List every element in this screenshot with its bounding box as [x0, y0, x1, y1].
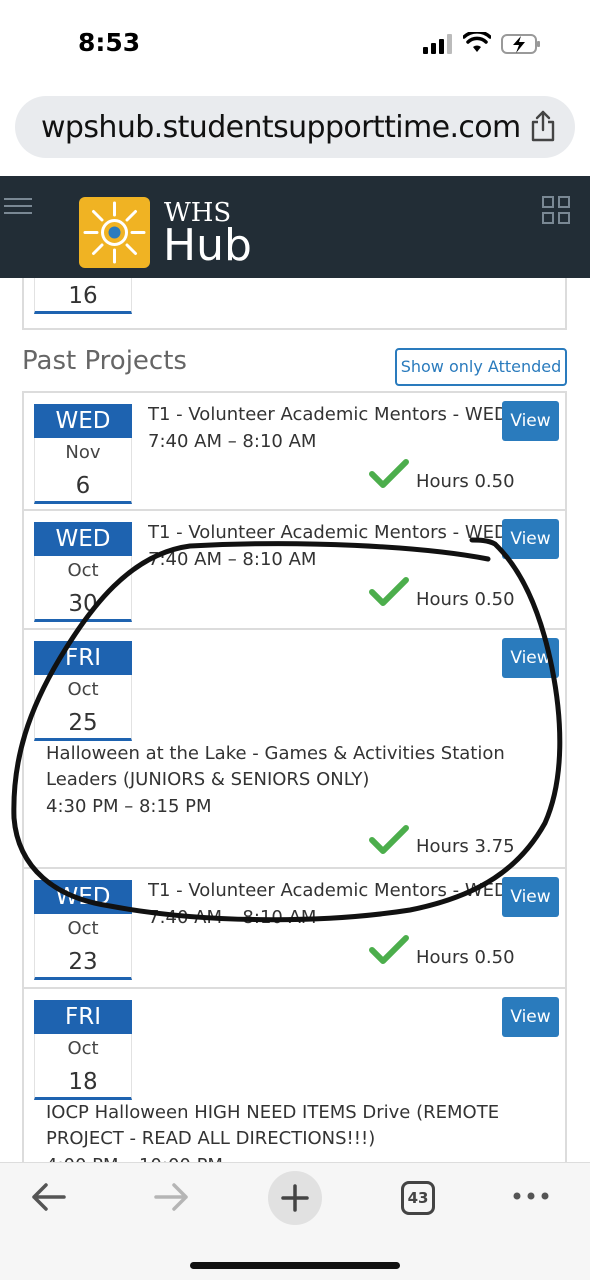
date-day: 6 [34, 468, 132, 504]
browser-toolbar: 43 [0, 1162, 590, 1280]
hours-value: Hours 0.50 [416, 589, 515, 610]
hamburger-menu-icon[interactable] [4, 196, 32, 216]
project-title[interactable]: IOCP Halloween HIGH NEED ITEMS Drive (RE… [46, 1100, 546, 1152]
date-badge: FRI Oct 25 [34, 641, 132, 741]
project-title[interactable]: T1 - Volunteer Academic Mentors - WEDS [148, 522, 504, 543]
project-card: FRI Oct 25 View Halloween at the Lake - … [22, 628, 567, 869]
project-card: WED Nov 6 T1 - Volunteer Academic Mentor… [22, 391, 567, 511]
date-weekday: FRI [34, 1000, 132, 1034]
date-badge: WED Oct 30 [34, 522, 132, 622]
wifi-icon [463, 32, 491, 52]
project-time: 4:30 PM – 8:15 PM [46, 796, 212, 817]
date-month: Nov [34, 438, 132, 468]
status-time: 8:53 [78, 28, 141, 57]
logo-text-bottom: Hub [163, 220, 252, 271]
view-button[interactable]: View [502, 997, 559, 1037]
project-time: 7:40 AM – 8:10 AM [148, 549, 317, 570]
home-indicator[interactable] [190, 1262, 400, 1269]
project-title[interactable]: T1 - Volunteer Academic Mentors - WEDS [148, 404, 504, 425]
more-options-icon[interactable] [513, 1191, 549, 1201]
project-title[interactable]: Halloween at the Lake - Games & Activiti… [46, 741, 546, 793]
apps-grid-icon[interactable] [542, 196, 570, 224]
date-weekday: WED [34, 522, 132, 556]
date-month: Oct [34, 914, 132, 944]
date-badge: FRI Oct 18 [34, 1000, 132, 1100]
view-button[interactable]: View [502, 877, 559, 917]
check-icon [369, 577, 409, 606]
upcoming-card: 16 [22, 278, 567, 330]
date-day: 23 [34, 944, 132, 980]
date-badge: 16 [34, 278, 132, 314]
view-button[interactable]: View [502, 401, 559, 441]
view-button[interactable]: View [502, 519, 559, 559]
site-header: WHS Hub [0, 176, 590, 278]
page-content: 16 Past Projects Show only Attended WED … [0, 278, 590, 1162]
check-icon [369, 825, 409, 854]
forward-arrow-icon[interactable] [154, 1181, 190, 1213]
show-only-attended-button[interactable]: Show only Attended [395, 348, 567, 386]
cellular-signal-icon [423, 34, 452, 54]
project-time: 7:40 AM – 8:10 AM [148, 907, 317, 928]
date-badge: WED Nov 6 [34, 404, 132, 504]
project-time: 7:40 AM – 8:10 AM [148, 431, 317, 452]
share-icon[interactable] [530, 110, 556, 142]
check-icon [369, 459, 409, 488]
project-card: WED Oct 30 T1 - Volunteer Academic Mento… [22, 509, 567, 630]
date-month: Oct [34, 675, 132, 705]
date-weekday: WED [34, 880, 132, 914]
tab-count-button[interactable]: 43 [401, 1181, 435, 1215]
status-bar: 8:53 [0, 0, 590, 90]
hours-value: Hours 0.50 [416, 471, 515, 492]
project-card: FRI Oct 18 View IOCP Halloween HIGH NEED… [22, 987, 567, 1162]
check-icon [369, 935, 409, 964]
project-card: WED Oct 23 T1 - Volunteer Academic Mento… [22, 867, 567, 989]
plus-icon [281, 1184, 309, 1212]
date-day: 16 [34, 278, 132, 314]
sun-logo-icon[interactable] [79, 197, 150, 268]
battery-charging-icon [501, 34, 540, 54]
new-tab-button[interactable] [268, 1171, 322, 1225]
url-text[interactable]: wpshub.studentsupporttime.com [41, 110, 521, 145]
date-weekday: WED [34, 404, 132, 438]
date-day: 30 [34, 586, 132, 622]
date-day: 25 [34, 705, 132, 741]
back-arrow-icon[interactable] [30, 1181, 66, 1213]
past-projects-heading: Past Projects [22, 346, 187, 376]
date-day: 18 [34, 1064, 132, 1100]
date-weekday: FRI [34, 641, 132, 675]
hours-value: Hours 0.50 [416, 947, 515, 968]
date-month: Oct [34, 556, 132, 586]
view-button[interactable]: View [502, 638, 559, 678]
project-title[interactable]: T1 - Volunteer Academic Mentors - WEDS [148, 880, 504, 901]
date-badge: WED Oct 23 [34, 880, 132, 980]
hours-value: Hours 3.75 [416, 836, 515, 857]
address-bar[interactable]: wpshub.studentsupporttime.com [15, 96, 575, 158]
date-month: Oct [34, 1034, 132, 1064]
project-time: 4:00 PM – 10:00 PM [46, 1153, 546, 1162]
